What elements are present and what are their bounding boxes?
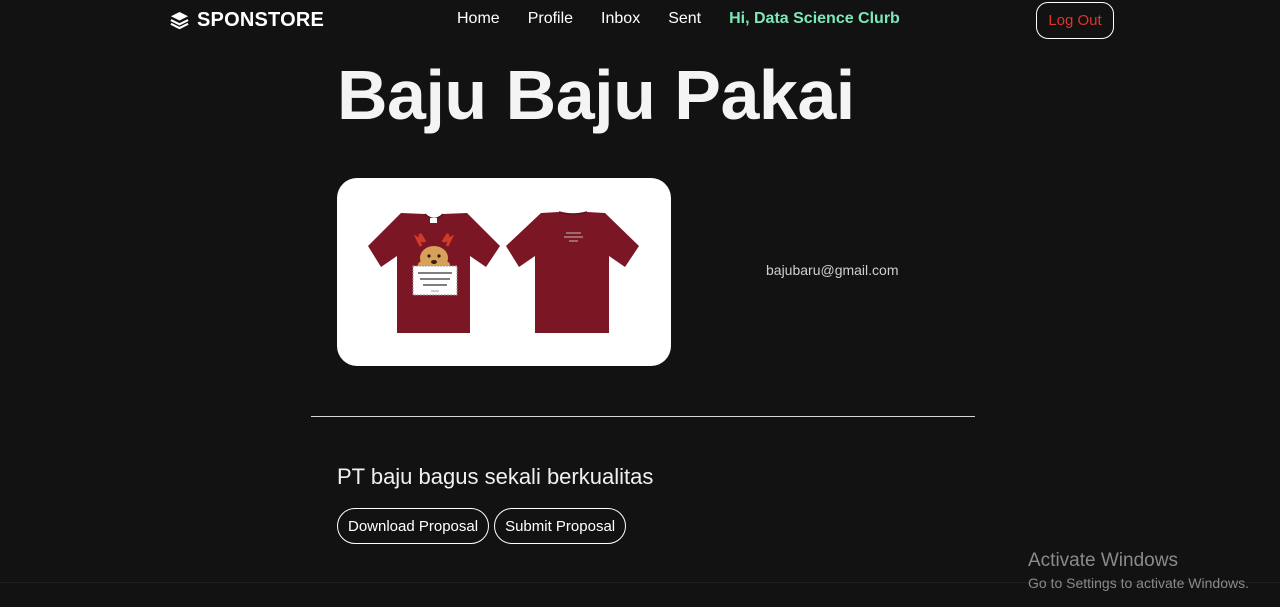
watermark-title: Activate Windows xyxy=(1028,550,1178,571)
product-image xyxy=(337,178,671,366)
page-title: Baju Baju Pakai xyxy=(337,56,855,134)
contact-email: bajubaru@gmail.com xyxy=(766,262,899,278)
brand-name: SPONSTORE xyxy=(197,8,325,31)
nav-sent-link[interactable]: Sent xyxy=(668,10,701,28)
nav-links: Home Profile Inbox Sent Hi, Data Science… xyxy=(457,10,900,28)
tshirt-back xyxy=(506,211,639,333)
brand-logo[interactable]: SPONSTORE xyxy=(170,9,324,31)
tshirt-front xyxy=(368,213,500,333)
action-buttons: Download Proposal Submit Proposal xyxy=(337,508,627,544)
submit-proposal-button[interactable]: Submit Proposal xyxy=(494,508,627,544)
nav-home-link[interactable]: Home xyxy=(457,10,500,28)
tshirt-image xyxy=(368,211,639,333)
section-divider xyxy=(311,416,975,417)
windows-activation-watermark: Activate Windows Go to Settings to activ… xyxy=(1028,550,1249,594)
navbar: SPONSTORE Home Profile Inbox Sent Hi, Da… xyxy=(0,0,1280,40)
watermark-subtitle: Go to Settings to activate Windows. xyxy=(1028,575,1249,591)
download-proposal-button[interactable]: Download Proposal xyxy=(337,508,490,544)
layers-icon xyxy=(170,11,189,29)
product-description: PT baju bagus sekali berkualitas xyxy=(337,464,654,489)
nav-profile-link[interactable]: Profile xyxy=(528,10,573,28)
nav-inbox-link[interactable]: Inbox xyxy=(601,10,640,28)
user-greeting: Hi, Data Science Clurb xyxy=(729,10,900,27)
logout-button[interactable]: Log Out xyxy=(1036,2,1114,39)
